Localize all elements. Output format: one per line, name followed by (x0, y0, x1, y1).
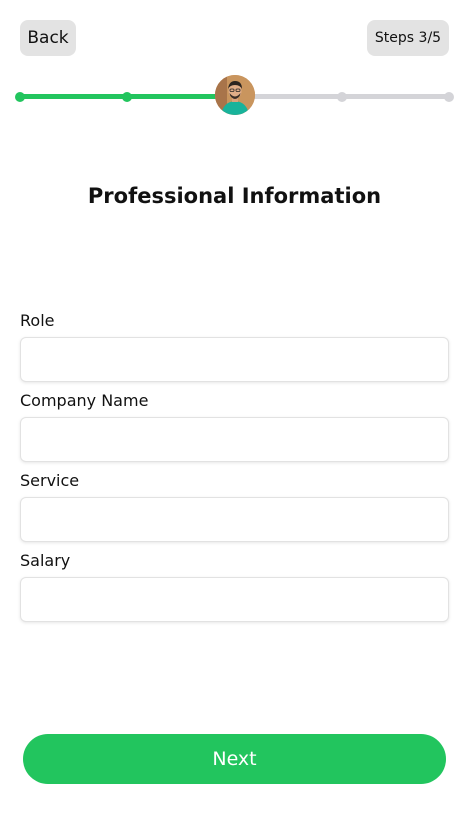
step-dot-2 (122, 91, 132, 102)
page-title: Professional Information (87, 184, 382, 208)
steps-badge: Steps 3/5 (367, 20, 449, 56)
back-button[interactable]: Back (20, 20, 76, 56)
step-dot-4 (337, 91, 347, 102)
step-dot-1 (15, 91, 25, 102)
company-name-input[interactable] (20, 417, 449, 462)
company-name-label: Company Name (20, 391, 149, 410)
step-dot-5 (444, 91, 454, 102)
next-button[interactable]: Next (23, 734, 446, 784)
avatar-image (215, 75, 255, 115)
user-avatar (215, 75, 255, 115)
salary-label: Salary (20, 551, 71, 570)
progress-stepper (0, 75, 469, 117)
service-input[interactable] (20, 497, 449, 542)
service-label: Service (20, 471, 80, 490)
salary-input[interactable] (20, 577, 449, 622)
role-label: Role (20, 311, 55, 330)
role-input[interactable] (20, 337, 449, 382)
